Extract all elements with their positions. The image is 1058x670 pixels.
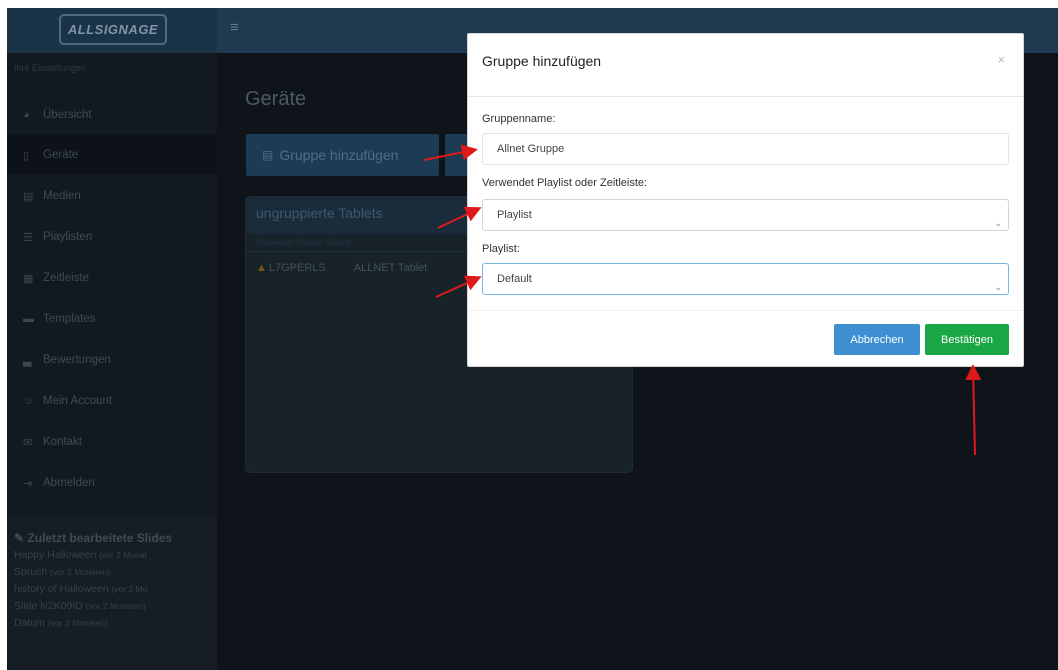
sidebar-item-geraete[interactable]: ▯ Geräte bbox=[7, 135, 217, 175]
sidebar-item-label: Mein Account bbox=[43, 395, 113, 407]
chevron-down-icon: ⌄ bbox=[994, 282, 1002, 292]
mode-label: Verwendet Playlist oder Zeitleiste: bbox=[482, 177, 648, 189]
recent-slide-name: Datum bbox=[14, 617, 45, 629]
sidebar-item-playlisten[interactable]: ☰ Playlisten bbox=[7, 217, 217, 257]
recent-slide-item[interactable]: Slide lv2K09ID (vor 2 Monaten) bbox=[14, 598, 210, 615]
group-name-input[interactable]: Allnet Gruppe bbox=[482, 133, 1009, 165]
sidebar-item-label: Medien bbox=[43, 190, 81, 202]
sidebar-item-zeitleiste[interactable]: ▦ Zeitleiste bbox=[7, 258, 217, 298]
folder-icon: ▬ bbox=[23, 313, 34, 325]
chart-icon: ▃ bbox=[23, 354, 32, 367]
sidebar: Ihre Einstellungen ◕ Übersicht ▯ Geräte … bbox=[7, 53, 217, 670]
recent-slide-item[interactable]: Happy Halloween (vor 2 Monat bbox=[14, 547, 210, 564]
sidebar-item-abmelden[interactable]: ⇥ Abmelden bbox=[7, 463, 217, 503]
menu-toggle-icon[interactable]: ≡ bbox=[230, 19, 239, 36]
tablet-name: ALLNET Tablet bbox=[353, 262, 428, 274]
recent-slide-time: (vor 2 Monaten) bbox=[85, 601, 146, 611]
add-group-label: Gruppe hinzufügen bbox=[279, 147, 399, 163]
list-icon: ☰ bbox=[23, 231, 33, 244]
mode-select-value: Playlist bbox=[497, 209, 532, 221]
cancel-button[interactable]: Abbrechen bbox=[834, 324, 920, 355]
edit-icon: ✎ bbox=[14, 531, 25, 545]
page-title: Geräte bbox=[245, 88, 307, 110]
add-group-modal: Gruppe hinzufügen × Gruppenname: Allnet … bbox=[467, 33, 1024, 367]
recent-slide-name: Slide lv2K09ID bbox=[14, 600, 83, 612]
sidebar-item-label: Abmelden bbox=[43, 477, 95, 489]
allsignage-logo[interactable]: ALLSIGNAGE bbox=[59, 14, 167, 45]
sidebar-item-label: Übersicht bbox=[43, 109, 92, 121]
recent-slide-name: Happy Halloween bbox=[14, 549, 97, 561]
add-group-button[interactable]: ▤ Gruppe hinzufügen bbox=[246, 134, 439, 176]
sidebar-item-label: Playlisten bbox=[43, 231, 93, 243]
recent-slides-heading: Zuletzt bearbeitete Slides bbox=[27, 531, 173, 545]
recent-slide-item[interactable]: Datum (vor 2 Monaten) bbox=[14, 615, 210, 632]
sidebar-item-bewertungen[interactable]: ▃ Bewertungen bbox=[7, 340, 217, 380]
recent-slide-item[interactable]: history of Halloween (vor 2 Mo bbox=[14, 581, 210, 598]
calendar-icon: ▦ bbox=[23, 272, 34, 285]
dashboard-icon: ◕ bbox=[23, 109, 30, 121]
modal-title: Gruppe hinzufügen bbox=[482, 53, 602, 69]
sidebar-item-medien[interactable]: ▤ Medien bbox=[7, 176, 217, 216]
sidebar-item-label: Geräte bbox=[43, 149, 79, 161]
recent-slide-time: (vor 2 Mo bbox=[111, 584, 148, 594]
recent-slide-time: (vor 2 Monaten) bbox=[47, 618, 108, 628]
playlist-select-value: Default bbox=[497, 273, 532, 285]
recent-slide-time: (vor 2 Monaten) bbox=[50, 567, 111, 577]
recent-slide-name: Spruch bbox=[14, 566, 48, 578]
playlist-select[interactable]: Default ⌄ bbox=[482, 263, 1009, 295]
playlist-label: Playlist: bbox=[482, 243, 520, 255]
recent-slide-name: history of Halloween bbox=[14, 583, 109, 595]
brand-area: ALLSIGNAGE bbox=[7, 8, 217, 53]
sidebar-item-uebersicht[interactable]: ◕ Übersicht bbox=[7, 95, 217, 135]
recent-slide-time: (vor 2 Monat bbox=[99, 550, 147, 560]
modal-footer-divider bbox=[468, 310, 1023, 311]
tablet-icon: ▯ bbox=[23, 149, 30, 162]
recent-slides: ✎ Zuletzt bearbeitete Slides Happy Hallo… bbox=[7, 518, 217, 670]
warning-icon: ▲ bbox=[256, 262, 267, 274]
recent-slide-item[interactable]: Spruch (vor 2 Monaten) bbox=[14, 564, 210, 581]
tablet-id: L7GPERLS bbox=[268, 262, 326, 274]
envelope-icon: ✉ bbox=[23, 436, 33, 449]
sidebar-section-label: Ihre Einstellungen bbox=[14, 63, 87, 73]
sidebar-item-label: Kontakt bbox=[43, 436, 82, 448]
sidebar-item-templates[interactable]: ▬ Templates bbox=[7, 299, 217, 339]
sidebar-item-mein-account[interactable]: ☺ Mein Account bbox=[7, 381, 217, 421]
logout-icon: ⇥ bbox=[23, 477, 33, 490]
sidebar-item-label: Zeitleiste bbox=[43, 272, 90, 284]
user-icon: ☺ bbox=[23, 395, 35, 407]
modal-divider bbox=[468, 96, 1023, 97]
confirm-button[interactable]: Bestätigen bbox=[925, 324, 1009, 355]
close-icon[interactable]: × bbox=[997, 52, 1005, 67]
chevron-down-icon: ⌄ bbox=[994, 218, 1002, 228]
sidebar-item-kontakt[interactable]: ✉ Kontakt bbox=[7, 422, 217, 462]
mode-select[interactable]: Playlist ⌄ bbox=[482, 199, 1009, 231]
image-icon: ▤ bbox=[23, 190, 34, 203]
recent-slides-title: ✎ Zuletzt bearbeitete Slides bbox=[14, 530, 210, 547]
table-icon: ▤ bbox=[262, 148, 274, 162]
sidebar-item-label: Templates bbox=[43, 313, 96, 325]
group-name-label: Gruppenname: bbox=[482, 113, 556, 125]
sidebar-item-label: Bewertungen bbox=[43, 354, 111, 366]
